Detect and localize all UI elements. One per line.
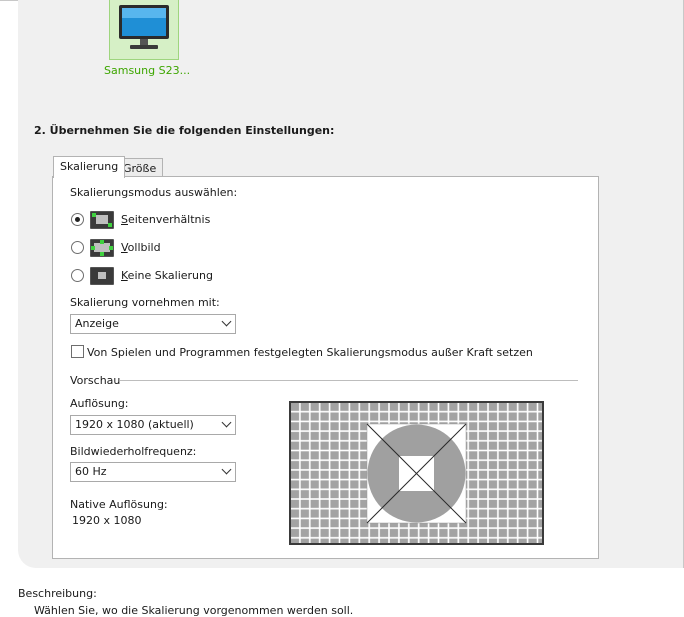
scaling-preview [289, 401, 544, 545]
accel-key: V [121, 241, 128, 254]
description-label: Beschreibung: [18, 587, 97, 600]
preview-test-pattern [290, 402, 543, 544]
native-resolution-value: 1920 x 1080 [72, 514, 142, 527]
preview-heading: Vorschau [70, 374, 121, 387]
tab-scaling[interactable]: Skalierung [53, 156, 126, 178]
radio-fullscreen[interactable] [71, 241, 84, 254]
label-rest: eitenverhältnis [127, 213, 211, 226]
no-scaling-icon [90, 267, 114, 285]
scaling-mode-heading: Skalierungsmodus auswählen: [70, 186, 238, 199]
native-resolution-label: Native Auflösung: [70, 498, 168, 511]
chevron-down-icon [221, 417, 232, 428]
accel-key: S [121, 213, 128, 226]
radio-label-no-scaling: Keine Skalierung [121, 269, 213, 282]
accel-key: K [121, 269, 128, 282]
monitor-icon [119, 5, 169, 49]
perform-scaling-value: Anzeige [75, 317, 119, 330]
radio-label-fullscreen: Vollbild [121, 241, 161, 254]
resolution-value: 1920 x 1080 (aktuell) [75, 418, 194, 431]
label-rest: ollbild [127, 241, 161, 254]
section-title: 2. Übernehmen Sie die folgenden Einstell… [34, 124, 335, 137]
override-label: Von Spielen und Programmen festgelegten … [87, 346, 533, 359]
display-name-label[interactable]: Samsung S23... [104, 64, 190, 77]
perform-scaling-label: Skalierung vornehmen mit: [70, 296, 220, 309]
refresh-rate-label: Bildwiederholfrequenz: [70, 445, 197, 458]
radio-label-aspect-ratio: Seitenverhältnis [121, 213, 210, 226]
chevron-down-icon [221, 464, 232, 475]
refresh-rate-value: 60 Hz [75, 465, 107, 478]
chevron-down-icon [221, 316, 232, 327]
fullscreen-icon [90, 239, 114, 257]
label-rest: eine Skalierung [127, 269, 213, 282]
perform-scaling-select[interactable]: Anzeige [70, 314, 236, 334]
aspect-ratio-icon [90, 211, 114, 229]
radio-no-scaling[interactable] [71, 269, 84, 282]
display-tile[interactable] [109, 0, 179, 60]
radio-aspect-ratio[interactable] [71, 213, 84, 226]
preview-divider [120, 380, 578, 381]
refresh-rate-select[interactable]: 60 Hz [70, 462, 236, 482]
resolution-select[interactable]: 1920 x 1080 (aktuell) [70, 415, 236, 435]
resolution-label: Auflösung: [70, 397, 129, 410]
description-text: Wählen Sie, wo die Skalierung vorgenomme… [34, 604, 354, 617]
override-checkbox[interactable] [71, 345, 84, 358]
